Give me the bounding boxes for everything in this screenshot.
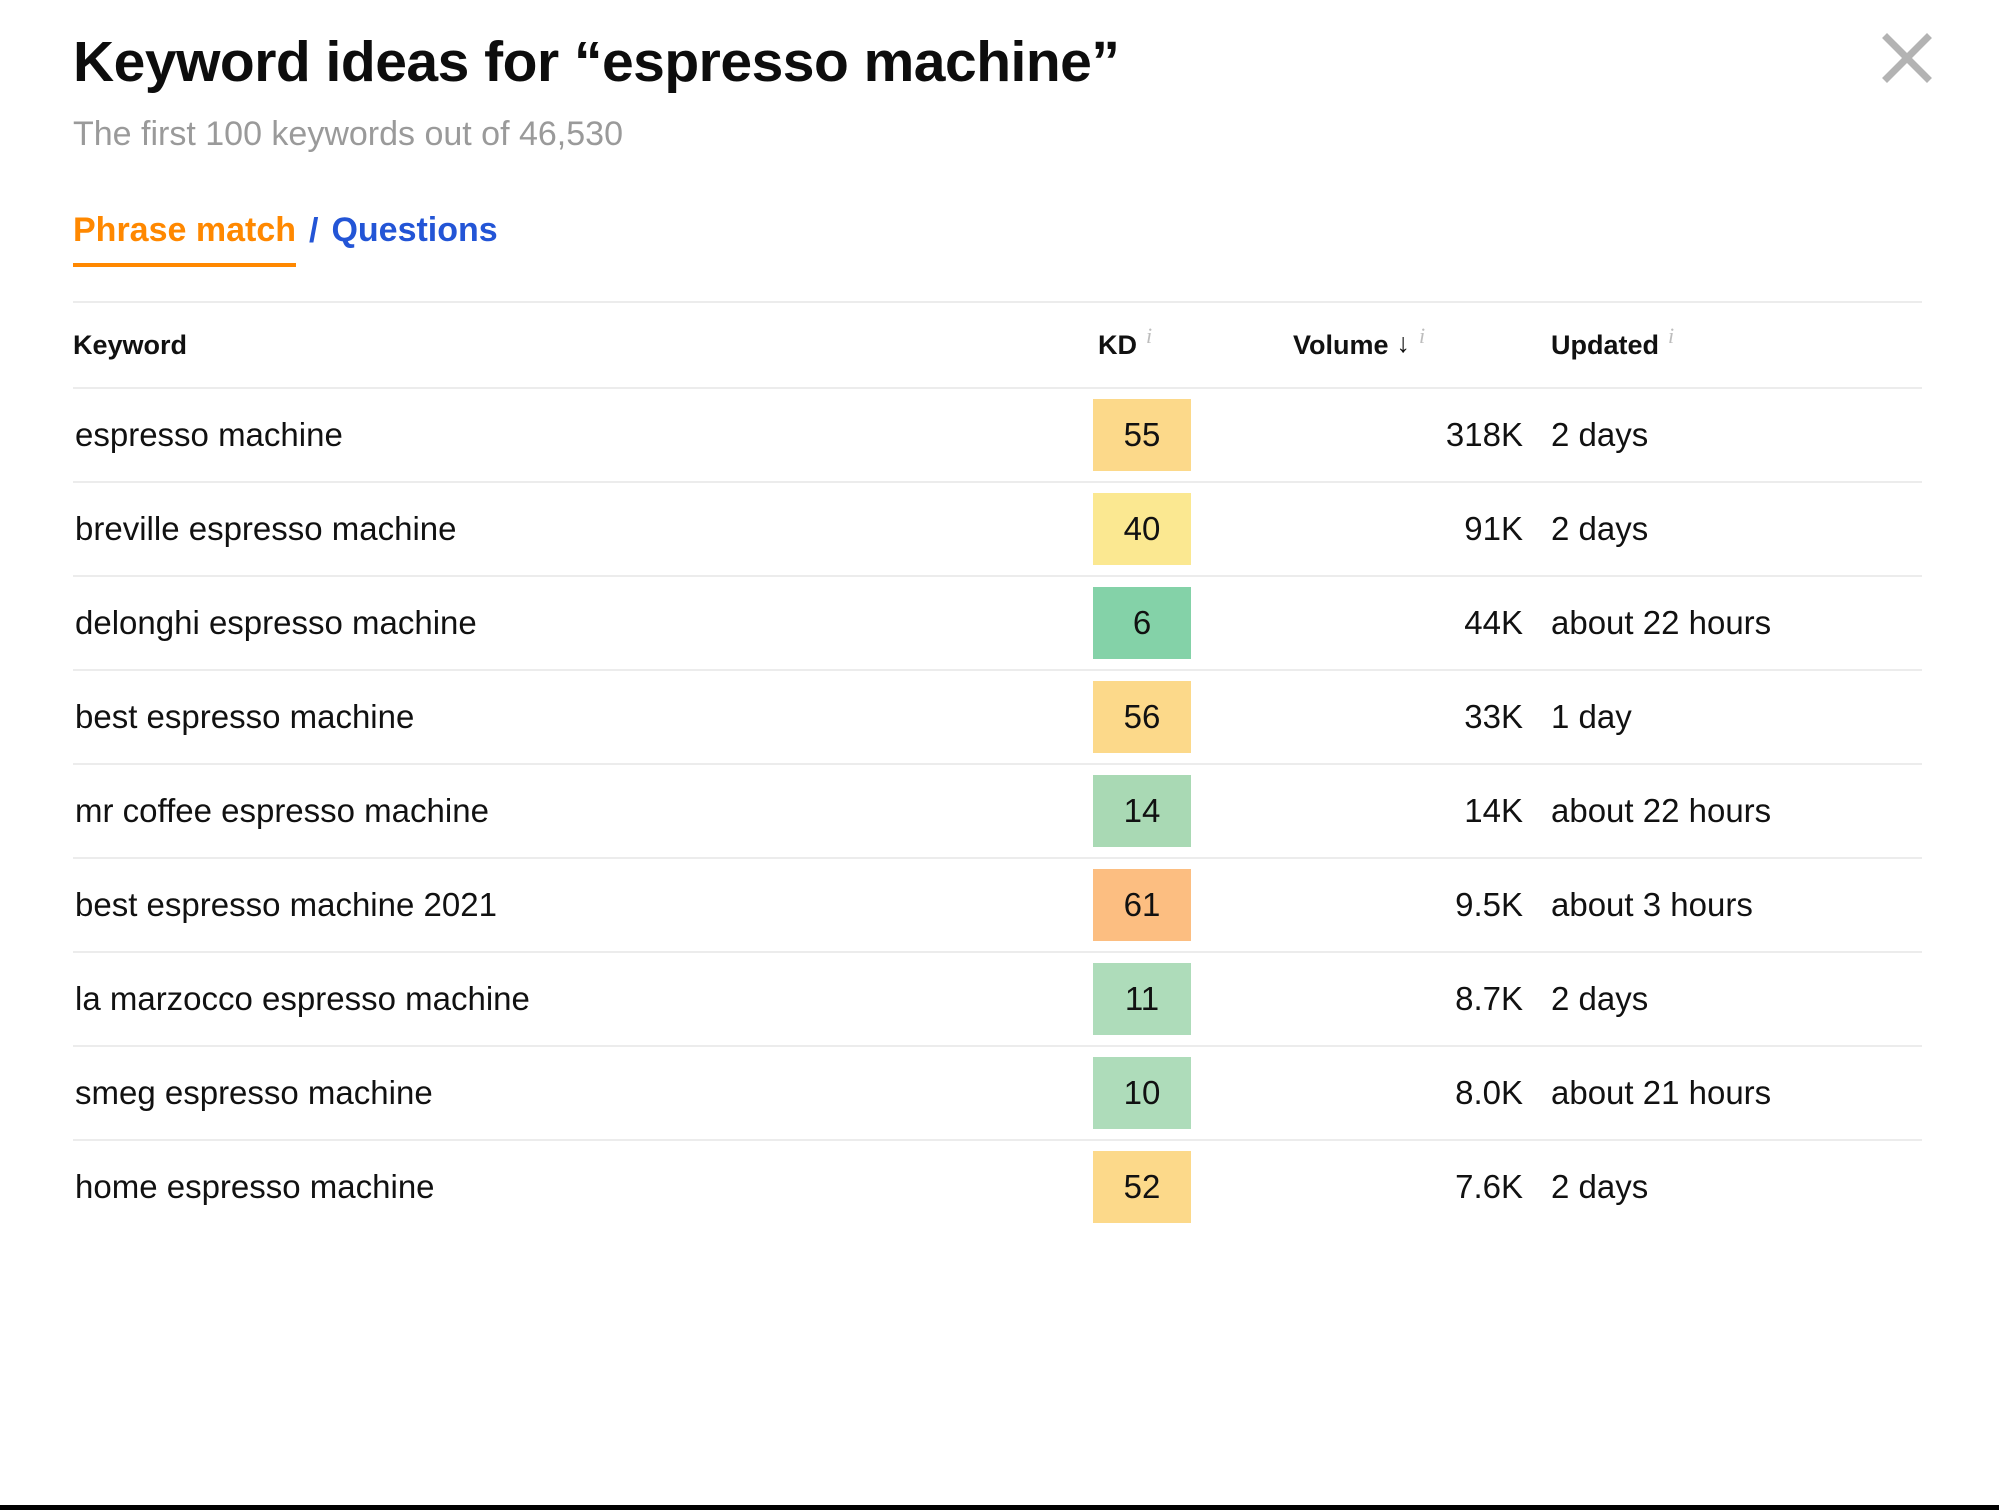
keyword-cell[interactable]: breville espresso machine bbox=[73, 481, 1093, 577]
table-row[interactable]: best espresso machine 2021 61 9.5K about 3 … bbox=[73, 857, 1922, 953]
updated-cell: 1 day bbox=[1523, 669, 1922, 765]
column-header-volume-label: Volume bbox=[1293, 329, 1389, 360]
updated-cell: about 3 hours bbox=[1523, 857, 1922, 953]
kd-badge: 52 bbox=[1093, 1151, 1191, 1224]
kd-badge: 40 bbox=[1093, 493, 1191, 566]
volume-cell: 33K bbox=[1293, 669, 1523, 765]
kd-badge: 6 bbox=[1093, 587, 1191, 660]
table-row[interactable]: smeg espresso machine 10 8.0K about 21 hour… bbox=[73, 1045, 1922, 1141]
kd-cell: 10 bbox=[1093, 1045, 1293, 1141]
table-row[interactable]: la marzocco espresso machine 11 8.7K 2 days bbox=[73, 951, 1922, 1047]
volume-cell: 318K bbox=[1293, 387, 1523, 483]
table-row[interactable]: mr coffee espresso machine 14 14K about 22 … bbox=[73, 763, 1922, 859]
updated-cell: 2 days bbox=[1523, 387, 1922, 483]
keyword-cell[interactable]: la marzocco espresso machine bbox=[73, 951, 1093, 1047]
column-header-kd-label: KD bbox=[1098, 329, 1137, 360]
column-header-updated-label: Updated bbox=[1551, 329, 1659, 360]
updated-cell: about 22 hours bbox=[1523, 575, 1922, 671]
kd-badge: 61 bbox=[1093, 869, 1191, 942]
kd-cell: 40 bbox=[1093, 481, 1293, 577]
column-header-updated[interactable]: Updated i bbox=[1523, 301, 1922, 389]
volume-cell: 7.6K bbox=[1293, 1139, 1523, 1234]
close-icon[interactable] bbox=[1875, 26, 1939, 90]
keyword-cell[interactable]: mr coffee espresso machine bbox=[73, 763, 1093, 859]
table-row[interactable]: home espresso machine 52 7.6K 2 days bbox=[73, 1139, 1922, 1234]
keyword-ideas-table: Keyword KD i Volume ↓ i Updated i espres… bbox=[73, 301, 1922, 1234]
keyword-cell[interactable]: best espresso machine 2021 bbox=[73, 857, 1093, 953]
dialog-subtitle: The first 100 keywords out of 46,530 bbox=[73, 114, 623, 153]
column-header-volume[interactable]: Volume ↓ i bbox=[1293, 301, 1523, 389]
kd-cell: 6 bbox=[1093, 575, 1293, 671]
kd-cell: 56 bbox=[1093, 669, 1293, 765]
updated-cell: about 21 hours bbox=[1523, 1045, 1922, 1141]
kd-cell: 14 bbox=[1093, 763, 1293, 859]
column-header-keyword-label: Keyword bbox=[73, 329, 188, 360]
kd-badge: 10 bbox=[1093, 1057, 1191, 1130]
keyword-cell[interactable]: espresso machine bbox=[73, 387, 1093, 483]
volume-cell: 14K bbox=[1293, 763, 1523, 859]
volume-cell: 44K bbox=[1293, 575, 1523, 671]
kd-badge: 14 bbox=[1093, 775, 1191, 848]
keyword-cell[interactable]: delonghi espresso machine bbox=[73, 575, 1093, 671]
kd-cell: 61 bbox=[1093, 857, 1293, 953]
table-row[interactable]: espresso machine 55 318K 2 days bbox=[73, 387, 1922, 483]
kd-cell: 11 bbox=[1093, 951, 1293, 1047]
match-type-tabs: Phrase match / Questions bbox=[73, 210, 1999, 268]
kd-cell: 55 bbox=[1093, 387, 1293, 483]
keyword-ideas-dialog: Keyword ideas for “espresso machine” The… bbox=[0, 0, 1999, 1510]
kd-badge: 56 bbox=[1093, 681, 1191, 754]
info-icon-kd[interactable]: i bbox=[1146, 323, 1152, 349]
kd-cell: 52 bbox=[1093, 1139, 1293, 1234]
page-title: Keyword ideas for “espresso machine” bbox=[73, 30, 1120, 94]
tab-phrase-match[interactable]: Phrase match bbox=[73, 210, 296, 268]
volume-cell: 9.5K bbox=[1293, 857, 1523, 953]
keyword-cell[interactable]: home espresso machine bbox=[73, 1139, 1093, 1234]
volume-cell: 8.0K bbox=[1293, 1045, 1523, 1141]
kd-badge: 55 bbox=[1093, 399, 1191, 472]
volume-cell: 91K bbox=[1293, 481, 1523, 577]
sort-descending-icon[interactable]: ↓ bbox=[1397, 329, 1411, 357]
table-header-row: Keyword KD i Volume ↓ i Updated i bbox=[73, 301, 1922, 389]
updated-cell: about 22 hours bbox=[1523, 763, 1922, 859]
updated-cell: 2 days bbox=[1523, 951, 1922, 1047]
table-row[interactable]: best espresso machine 56 33K 1 day bbox=[73, 669, 1922, 765]
column-header-keyword[interactable]: Keyword bbox=[73, 301, 1093, 389]
column-header-kd[interactable]: KD i bbox=[1093, 301, 1293, 389]
table-row[interactable]: delonghi espresso machine 6 44K about 22 ho… bbox=[73, 575, 1922, 671]
table-row[interactable]: breville espresso machine 40 91K 2 days bbox=[73, 481, 1922, 577]
tab-separator: / bbox=[309, 212, 319, 251]
dialog-header: Keyword ideas for “espresso machine” The… bbox=[0, 0, 1999, 154]
tab-questions[interactable]: Questions bbox=[331, 210, 497, 267]
info-icon-volume[interactable]: i bbox=[1419, 323, 1425, 349]
kd-badge: 11 bbox=[1093, 963, 1191, 1036]
keyword-cell[interactable]: best espresso machine bbox=[73, 669, 1093, 765]
volume-cell: 8.7K bbox=[1293, 951, 1523, 1047]
updated-cell: 2 days bbox=[1523, 1139, 1922, 1234]
info-icon-updated[interactable]: i bbox=[1668, 323, 1674, 349]
updated-cell: 2 days bbox=[1523, 481, 1922, 577]
table-body: espresso machine 55 318K 2 days breville esp… bbox=[73, 387, 1922, 1234]
keyword-cell[interactable]: smeg espresso machine bbox=[73, 1045, 1093, 1141]
